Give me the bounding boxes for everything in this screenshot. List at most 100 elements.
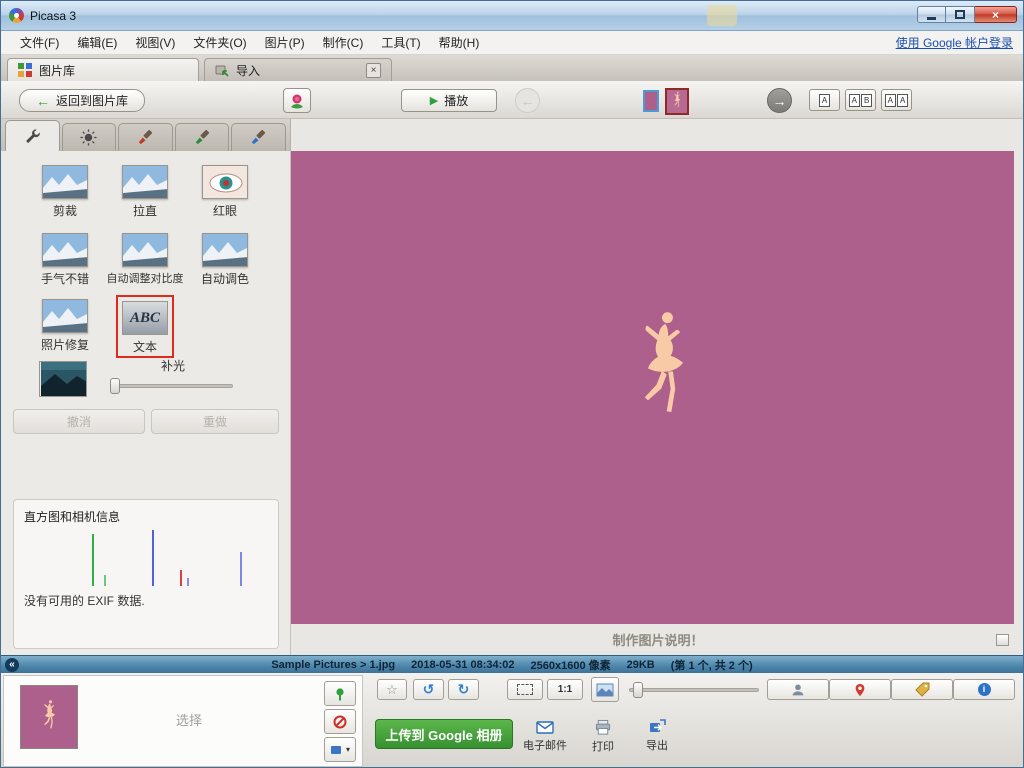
tags-button[interactable] [891, 679, 953, 700]
email-label: 电子邮件 [523, 737, 567, 753]
wrench-icon [24, 128, 41, 145]
menu-tools[interactable]: 工具(T) [372, 31, 429, 54]
people-button[interactable] [767, 679, 829, 700]
menu-folder[interactable]: 文件夹(O) [184, 31, 255, 54]
status-datetime: 2018-05-31 08:34:02 [411, 659, 514, 671]
maximize-button[interactable] [946, 6, 975, 23]
fill-light-slider-track[interactable] [113, 384, 233, 388]
tab-import-label: 导入 [236, 62, 260, 79]
compare-view-buttons: A A B A A [809, 89, 912, 111]
histogram-title: 直方图和相机信息 [24, 508, 120, 525]
view-letter: B [861, 94, 872, 107]
caption-placeholder[interactable]: 制作图片说明！ [612, 630, 703, 649]
zoom-slider-track[interactable] [629, 688, 759, 692]
rotate-right-button[interactable]: ↻ [448, 679, 479, 700]
maximize-icon [955, 10, 965, 19]
dropdown-caret-icon: ▾ [346, 745, 350, 754]
tab-effects-2[interactable] [175, 123, 230, 151]
tool-redeye[interactable]: 红眼 [184, 165, 266, 219]
thumbstrip-item[interactable] [665, 88, 689, 115]
previous-photo-button[interactable]: ← [515, 88, 540, 113]
tool-crop[interactable]: 剪裁 [24, 165, 106, 219]
view-compare-button[interactable]: A A [881, 89, 912, 111]
titlebar-glass-artifact [707, 5, 737, 26]
upload-google-button[interactable]: 上传到 Google 相册 [375, 719, 513, 749]
library-grid-icon [18, 63, 32, 77]
menu-picture[interactable]: 图片(P) [256, 31, 314, 54]
gift-rose-button[interactable] [283, 88, 311, 113]
histogram-spike-blue-2 [240, 552, 242, 586]
window-title: Picasa 3 [30, 9, 76, 23]
view-split-button[interactable]: A B [845, 89, 876, 111]
caption-toggle-icon[interactable] [996, 634, 1009, 646]
places-button[interactable] [829, 679, 891, 700]
play-label: 播放 [444, 92, 468, 109]
photo-canvas[interactable] [291, 151, 1014, 624]
next-photo-button[interactable]: → [767, 88, 792, 113]
menu-file[interactable]: 文件(F) [11, 31, 68, 54]
email-button[interactable]: 电子邮件 [517, 715, 573, 757]
sun-icon [80, 129, 97, 146]
tab-effects-1[interactable] [118, 123, 173, 151]
star-button[interactable]: ☆ [377, 679, 407, 700]
tray-selected-thumbnail[interactable] [20, 685, 78, 749]
view-letter: A [885, 94, 896, 107]
zoom-slider-knob[interactable] [633, 682, 643, 698]
tool-straighten[interactable]: 拉直 [104, 165, 186, 219]
tab-effects-3[interactable] [231, 123, 286, 151]
tool-retouch[interactable]: 照片修复 [24, 299, 106, 353]
tool-lucky[interactable]: 手气不错 [24, 233, 106, 287]
close-icon: × [992, 8, 999, 22]
collapse-tray-button[interactable]: « [5, 658, 19, 672]
properties-button[interactable]: i [953, 679, 1015, 700]
next-arrow-icon: → [773, 93, 787, 109]
hold-pin-button[interactable] [324, 681, 356, 706]
star-icon: ☆ [386, 682, 398, 698]
tool-crop-thumb [42, 165, 88, 199]
google-signin-link[interactable]: 使用 Google 帐户登录 [896, 34, 1013, 51]
redo-button[interactable]: 重做 [151, 409, 279, 434]
menu-edit[interactable]: 编辑(E) [68, 31, 126, 54]
fit-view-button[interactable] [507, 679, 543, 700]
tab-tuning[interactable] [62, 123, 117, 151]
tool-text[interactable]: ABC 文本 [104, 295, 186, 358]
printer-icon [594, 719, 612, 736]
export-button[interactable]: 导出 [629, 715, 685, 757]
envelope-icon [536, 720, 554, 735]
actual-size-button[interactable]: 1:1 [547, 679, 583, 700]
tool-auto-contrast[interactable]: 自动调整对比度 [104, 233, 186, 286]
caption-bar[interactable]: 制作图片说明！ [291, 624, 1024, 655]
close-button[interactable]: × [975, 6, 1017, 23]
tool-label: 拉直 [104, 202, 186, 219]
tool-text-highlight: ABC 文本 [116, 295, 174, 358]
print-label: 打印 [592, 738, 614, 754]
tab-basic-fixes[interactable] [5, 120, 60, 151]
tab-import[interactable]: 导入 × [204, 58, 392, 81]
green-pin-icon [332, 686, 348, 702]
tool-auto-color[interactable]: 自动调色 [184, 233, 266, 287]
thumbstrip-item-selected[interactable] [643, 90, 659, 112]
view-single-button[interactable]: A [809, 89, 840, 111]
menu-help[interactable]: 帮助(H) [430, 31, 489, 54]
fit-view-icon [517, 684, 533, 695]
clear-tray-button[interactable] [324, 709, 356, 734]
tab-library[interactable]: 图片库 [7, 58, 199, 81]
status-file-path: Sample Pictures > 1.jpg [271, 659, 395, 671]
histogram-graph [26, 530, 266, 586]
tool-label: 剪裁 [24, 202, 106, 219]
tab-import-close-icon[interactable]: × [366, 63, 381, 78]
edit-tools-panel: 剪裁 拉直 红眼 手气不错 自动调整对比度 [1, 151, 291, 655]
rotate-left-button[interactable]: ↺ [413, 679, 444, 700]
minimize-button[interactable] [917, 6, 946, 23]
back-arrow-icon: ← [36, 94, 50, 108]
tool-label: 自动调整对比度 [104, 270, 186, 286]
fill-light-slider-knob[interactable] [110, 378, 120, 394]
print-button[interactable]: 打印 [575, 715, 631, 757]
add-to-album-button[interactable]: ▾ [324, 737, 356, 762]
menu-view[interactable]: 视图(V) [126, 31, 184, 54]
back-to-library-button[interactable]: ← 返回到图片库 [19, 89, 145, 112]
undo-button[interactable]: 撤消 [13, 409, 145, 434]
play-button[interactable]: ▶ 播放 [401, 89, 497, 112]
menu-create[interactable]: 制作(C) [314, 31, 373, 54]
collage-button[interactable] [591, 677, 619, 702]
